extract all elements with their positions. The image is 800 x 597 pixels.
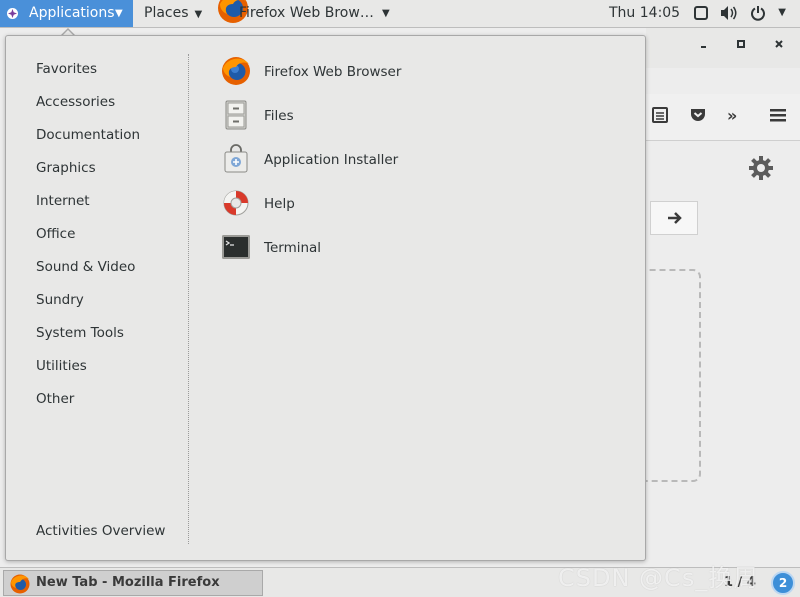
activities-overview-item[interactable]: Activities Overview xyxy=(36,523,165,539)
category-documentation[interactable]: Documentation xyxy=(36,127,140,160)
window-list-label: New Tab - Mozilla Firefox xyxy=(36,575,220,590)
category-graphics[interactable]: Graphics xyxy=(36,160,140,193)
lifebuoy-icon xyxy=(223,190,249,216)
firefox-icon xyxy=(10,574,30,594)
applications-label: Applications xyxy=(29,5,115,21)
active-window-menu[interactable]: Firefox Web Brow… ▼ xyxy=(217,0,397,27)
app-label: Application Installer xyxy=(264,152,399,168)
places-menu-button[interactable]: Places ▼ xyxy=(144,0,202,27)
volume-icon xyxy=(720,5,738,25)
workspace-badge[interactable]: 2 xyxy=(771,571,795,595)
hamburger-menu-icon[interactable] xyxy=(769,106,789,126)
applications-menu-button[interactable]: Applications ▼ xyxy=(0,0,133,27)
reader-list-icon[interactable] xyxy=(651,106,671,126)
software-bag-icon xyxy=(224,144,248,173)
active-window-label: Firefox Web Brow… xyxy=(239,5,374,21)
search-go-button[interactable] xyxy=(650,201,698,235)
firefox-toolbar: » xyxy=(646,94,800,141)
category-office[interactable]: Office xyxy=(36,226,140,259)
display-icon xyxy=(693,5,708,25)
app-label: Help xyxy=(264,196,295,212)
app-label: Files xyxy=(264,108,294,124)
chevron-down-icon: ▼ xyxy=(382,8,390,19)
watermark-text: CSDN @Cs_换周 xyxy=(558,564,759,592)
category-sound-video[interactable]: Sound & Video xyxy=(36,259,140,292)
menu-separator xyxy=(188,54,189,544)
app-label: Terminal xyxy=(264,240,322,256)
pocket-icon[interactable] xyxy=(689,106,709,126)
maximize-icon[interactable] xyxy=(736,38,746,52)
window-list-item[interactable]: New Tab - Mozilla Firefox xyxy=(3,570,263,596)
category-system-tools[interactable]: System Tools xyxy=(36,325,140,358)
chevron-down-icon: ▼ xyxy=(778,7,786,18)
chevron-down-icon: ▼ xyxy=(115,8,123,19)
system-status-area[interactable]: ▼ xyxy=(686,5,786,23)
top-bar: Applications ▼ Places ▼ Firefox Web Brow…… xyxy=(0,0,800,28)
chevron-down-icon: ▼ xyxy=(194,9,203,20)
places-label: Places xyxy=(144,5,189,21)
gear-icon[interactable] xyxy=(748,155,774,185)
minimize-icon[interactable] xyxy=(700,38,710,52)
firefox-icon xyxy=(222,57,250,85)
category-favorites[interactable]: Favorites xyxy=(36,61,140,94)
app-label: Firefox Web Browser xyxy=(264,64,402,80)
clock[interactable]: Thu 14:05 xyxy=(609,0,680,27)
overflow-chevron-icon[interactable]: » xyxy=(727,106,747,126)
gnome-foot-icon xyxy=(7,8,18,19)
category-other[interactable]: Other xyxy=(36,391,140,424)
category-accessories[interactable]: Accessories xyxy=(36,94,140,127)
files-cabinet-icon xyxy=(225,100,247,130)
category-sundry[interactable]: Sundry xyxy=(36,292,140,325)
category-internet[interactable]: Internet xyxy=(36,193,140,226)
firefox-window-titlebar xyxy=(646,28,800,68)
terminal-icon xyxy=(222,235,250,259)
arrow-right-icon xyxy=(668,212,682,224)
close-icon[interactable] xyxy=(774,38,784,52)
category-list: Favorites Accessories Documentation Grap… xyxy=(36,61,140,424)
category-utilities[interactable]: Utilities xyxy=(36,358,140,391)
applications-menu: Favorites Accessories Documentation Grap… xyxy=(5,35,646,561)
power-icon xyxy=(750,5,766,25)
